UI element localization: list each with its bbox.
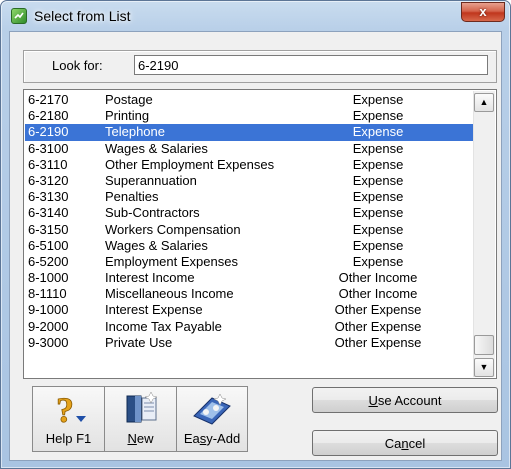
account-code: 9-1000 <box>28 302 69 318</box>
account-name: Printing <box>105 108 150 124</box>
account-code: 8-1110 <box>28 286 67 302</box>
close-button[interactable]: x <box>461 2 505 22</box>
account-type: Other Expense <box>334 302 422 318</box>
account-code: 6-3140 <box>28 205 69 221</box>
account-code: 6-3150 <box>28 221 69 237</box>
scroll-up-button[interactable]: ▲ <box>474 93 494 112</box>
cancel-label-post: cel <box>408 436 426 451</box>
account-type: Expense <box>352 189 404 205</box>
account-list[interactable]: 6-2170 Postage Expense 6-2180 Printing Expens… <box>23 89 497 379</box>
list-item[interactable]: 6-2170 Postage Expense <box>25 92 474 108</box>
list-item[interactable]: 6-5100 Wages & Salaries Expense <box>25 238 474 254</box>
new-button[interactable]: New <box>104 386 176 452</box>
list-item[interactable]: 9-2000 Income Tax Payable Other Expense <box>25 319 474 335</box>
svg-text:?: ? <box>56 390 74 428</box>
cancel-mnemonic: n <box>401 436 409 451</box>
account-name: Telephone <box>105 124 165 140</box>
easy-add-icon <box>190 390 234 431</box>
scroll-down-button[interactable]: ▼ <box>474 358 494 377</box>
list-item[interactable]: 6-3100 Wages & Salaries Expense <box>25 141 474 157</box>
help-question-icon: ? <box>49 390 89 431</box>
list-item[interactable]: 6-3110 Other Employment Expenses Expense <box>25 157 474 173</box>
account-code: 9-2000 <box>28 318 69 334</box>
list-item[interactable]: 6-3140 Sub-Contractors Expense <box>25 205 474 221</box>
account-type: Expense <box>352 156 404 172</box>
cancel-label-pre: Ca <box>384 436 402 451</box>
account-rows: 6-2170 Postage Expense 6-2180 Printing Expens… <box>25 92 474 351</box>
account-type: Expense <box>352 92 404 107</box>
list-item[interactable]: 6-3130 Penalties Expense <box>25 189 474 205</box>
new-ledger-icon <box>121 390 161 431</box>
account-name: Interest Expense <box>105 302 203 318</box>
account-type: Expense <box>352 140 404 156</box>
title-bar[interactable]: Select from List x <box>1 1 510 31</box>
account-name: Miscellaneous Income <box>105 286 234 302</box>
account-name: Wages & Salaries <box>105 237 208 253</box>
account-code: 6-3110 <box>28 156 68 172</box>
vertical-scrollbar[interactable]: ▲ ▼ <box>473 91 495 377</box>
list-item[interactable]: 8-1110 Miscellaneous Income Other Income <box>25 286 474 302</box>
account-code: 9-3000 <box>28 334 69 350</box>
use-account-mnemonic: U <box>368 393 378 408</box>
toolbar: ? Help F1 New Easy-Add <box>32 386 248 452</box>
account-name: Postage <box>105 92 153 107</box>
new-label: New <box>127 431 154 446</box>
account-code: 6-3120 <box>28 172 69 188</box>
account-code: 6-2170 <box>28 92 69 107</box>
account-code: 6-5100 <box>28 237 69 253</box>
account-code: 6-3130 <box>28 189 69 205</box>
list-item[interactable]: 6-5200 Employment Expenses Expense <box>25 254 474 270</box>
help-button[interactable]: ? Help F1 <box>32 386 104 452</box>
account-code: 6-2180 <box>28 108 69 124</box>
close-icon: x <box>479 4 487 19</box>
account-type: Expense <box>352 205 404 221</box>
list-item[interactable]: 6-3120 Superannuation Expense <box>25 173 474 189</box>
account-name: Sub-Contractors <box>105 205 200 221</box>
account-type: Expense <box>352 221 404 237</box>
account-name: Interest Income <box>105 270 195 286</box>
use-account-button[interactable]: Use Account <box>312 387 498 413</box>
list-item[interactable]: 6-2180 Printing Expense <box>25 108 474 124</box>
account-name: Income Tax Payable <box>105 318 222 334</box>
search-label: Look for: <box>52 58 103 73</box>
account-name: Employment Expenses <box>105 253 238 269</box>
account-type: Expense <box>352 172 404 188</box>
account-name: Superannuation <box>105 172 197 188</box>
easy-add-button[interactable]: Easy-Add <box>176 386 248 452</box>
app-icon <box>11 8 27 24</box>
account-name: Other Employment Expenses <box>105 156 275 172</box>
account-type: Expense <box>352 124 404 140</box>
account-code: 6-2190 <box>28 124 69 140</box>
account-type: Other Income <box>338 286 418 302</box>
list-item[interactable]: 8-1000 Interest Income Other Income <box>25 270 474 286</box>
arrow-up-icon: ▲ <box>479 97 489 107</box>
list-item[interactable]: 9-1000 Interest Expense Other Expense <box>25 302 474 318</box>
account-code: 6-3100 <box>28 140 69 156</box>
list-item[interactable]: 6-3150 Workers Compensation Expense <box>25 222 474 238</box>
account-type: Other Income <box>338 270 418 286</box>
account-name: Private Use <box>105 334 173 350</box>
use-account-label: se Account <box>377 393 442 408</box>
account-name: Penalties <box>105 189 159 205</box>
search-input[interactable] <box>134 55 488 75</box>
cancel-button[interactable]: Cancel <box>312 430 498 456</box>
account-type: Other Expense <box>334 334 422 350</box>
account-type: Other Expense <box>334 318 422 334</box>
easy-add-label: Easy-Add <box>183 431 241 446</box>
account-type: Expense <box>352 108 404 124</box>
arrow-down-icon: ▼ <box>479 362 489 372</box>
scroll-thumb[interactable] <box>474 335 494 355</box>
help-label: Help F1 <box>45 431 92 446</box>
account-name: Wages & Salaries <box>105 140 208 156</box>
list-item[interactable]: 9-3000 Private Use Other Expense <box>25 335 474 351</box>
account-type: Expense <box>352 253 404 269</box>
account-type: Expense <box>352 237 404 253</box>
account-code: 8-1000 <box>28 270 69 286</box>
account-code: 6-5200 <box>28 253 69 269</box>
window-title: Select from List <box>34 8 131 24</box>
list-item[interactable]: 6-2190 Telephone Expense <box>25 124 474 141</box>
account-name: Workers Compensation <box>105 221 241 237</box>
